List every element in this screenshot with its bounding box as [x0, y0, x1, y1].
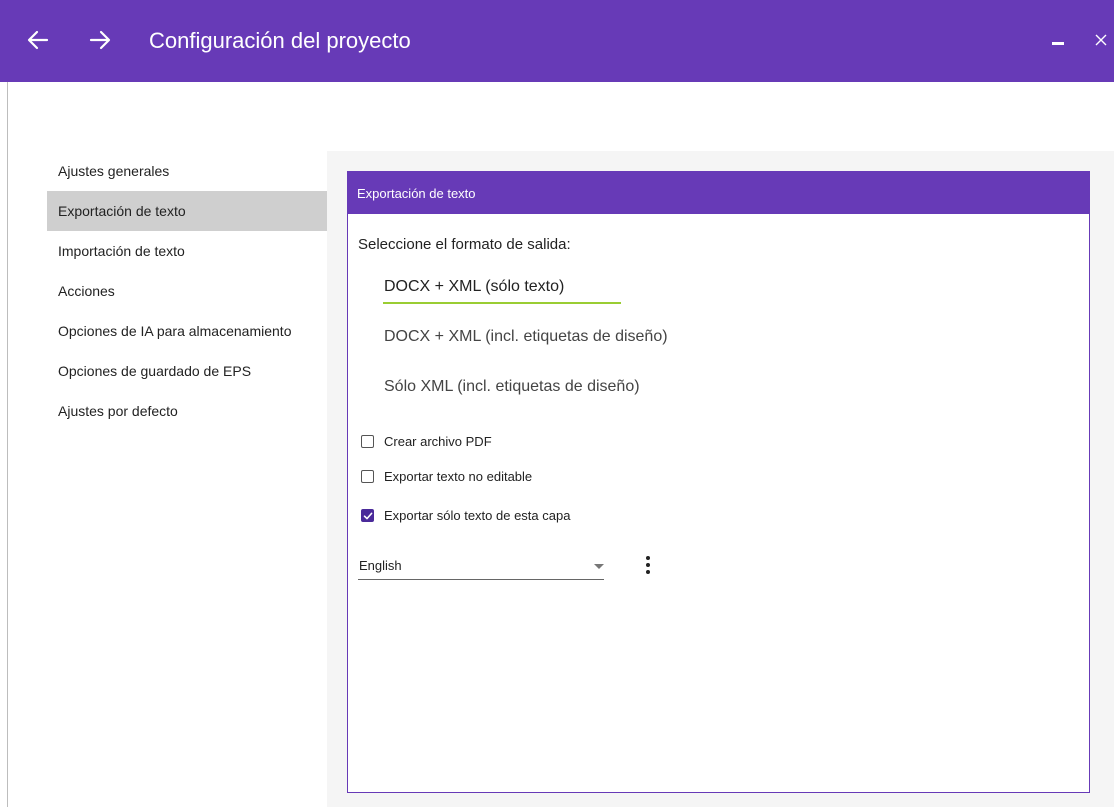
sidebar-item-ajustes-generales[interactable]: Ajustes generales [47, 151, 327, 191]
minimize-icon [1052, 42, 1064, 45]
window-border-left [7, 82, 8, 807]
caret-down-icon [594, 564, 604, 569]
create-pdf-checkbox[interactable] [361, 435, 374, 448]
more-vertical-icon [646, 556, 650, 560]
language-select[interactable]: English [358, 552, 604, 580]
check-icon [363, 512, 372, 519]
format-option-xml-layout[interactable]: Sólo XML (incl. etiquetas de diseño) [384, 378, 640, 396]
minimize-button[interactable] [1044, 26, 1072, 54]
window-title: Configuración del proyecto [149, 28, 411, 53]
settings-sidebar: Ajustes generales Exportación de texto I… [47, 151, 327, 431]
format-option-docx-xml-text[interactable]: DOCX + XML (sólo texto) [384, 278, 564, 296]
forward-button[interactable] [82, 22, 118, 58]
panel-header: Exportación de texto [348, 172, 1089, 214]
sidebar-item-exportacion-de-texto[interactable]: Exportación de texto [47, 191, 327, 231]
sidebar-item-acciones[interactable]: Acciones [47, 271, 327, 311]
selected-format-indicator [383, 302, 621, 304]
export-layer-only-checkbox[interactable] [361, 509, 374, 522]
export-layer-only-label: Exportar sólo texto de esta capa [384, 508, 571, 523]
more-options-button[interactable] [640, 552, 656, 578]
arrow-left-icon [27, 30, 49, 50]
close-button[interactable] [1087, 26, 1114, 54]
language-select-value: English [359, 558, 402, 573]
export-non-editable-checkbox[interactable] [361, 470, 374, 483]
arrow-right-icon [89, 30, 111, 50]
export-non-editable-option[interactable]: Exportar texto no editable [361, 469, 532, 484]
more-vertical-icon-dot [646, 563, 650, 567]
close-icon [1095, 34, 1107, 46]
sidebar-item-opciones-ia[interactable]: Opciones de IA para almacenamiento [47, 311, 327, 351]
text-export-panel: Exportación de texto Seleccione el forma… [347, 171, 1090, 793]
format-option-docx-xml-layout[interactable]: DOCX + XML (incl. etiquetas de diseño) [384, 328, 668, 346]
sidebar-item-opciones-eps[interactable]: Opciones de guardado de EPS [47, 351, 327, 391]
sidebar-item-ajustes-por-defecto[interactable]: Ajustes por defecto [47, 391, 327, 431]
back-button[interactable] [20, 22, 56, 58]
output-format-label: Seleccione el formato de salida: [358, 236, 571, 253]
create-pdf-label: Crear archivo PDF [384, 434, 492, 449]
export-layer-only-option[interactable]: Exportar sólo texto de esta capa [361, 508, 570, 523]
create-pdf-option[interactable]: Crear archivo PDF [361, 434, 492, 449]
export-non-editable-label: Exportar texto no editable [384, 469, 533, 484]
sidebar-item-importacion-de-texto[interactable]: Importación de texto [47, 231, 327, 271]
more-vertical-icon-dot [646, 570, 650, 574]
title-bar: Configuración del proyecto [0, 0, 1114, 82]
